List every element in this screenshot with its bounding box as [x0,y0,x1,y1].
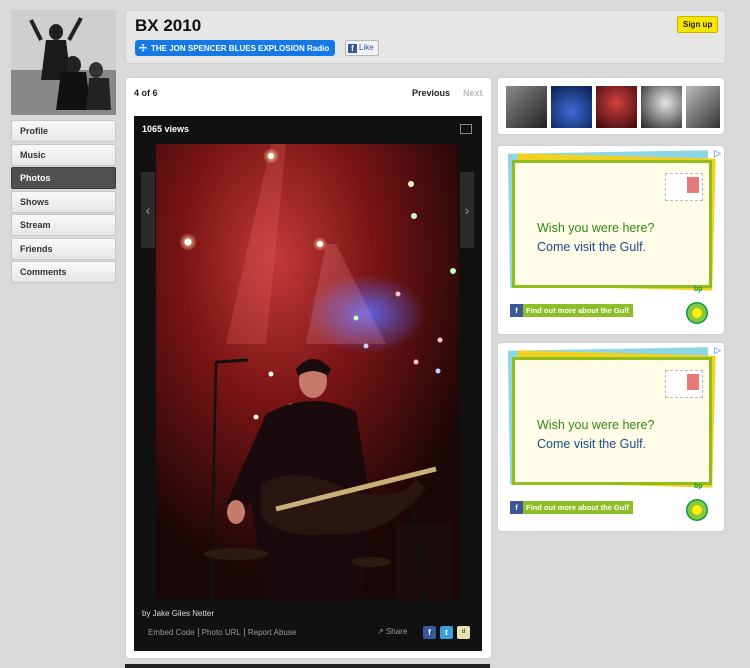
photo-links: Embed Code Photo URL Report Abuse [145,628,300,637]
facebook-icon: f [510,304,523,317]
ad-banner[interactable]: ▷ Wish you were here? Come visit the Gul… [497,342,725,532]
profile-avatar[interactable] [11,10,116,115]
radio-button-label: THE JON SPENCER BLUES EXPLOSION Radio [151,44,330,53]
digg-share-icon[interactable]: d [457,626,470,639]
page-title: BX 2010 [135,16,202,35]
facebook-icon: f [348,44,357,53]
ad-cta-button[interactable]: f Find out more about the Gulf [510,501,633,514]
concert-photo [156,144,459,600]
twitter-share-icon[interactable]: t [440,626,453,639]
postcard: Wish you were here? Come visit the Gulf. [512,357,712,485]
facebook-share-icon[interactable]: f [423,626,436,639]
ad-cta-button[interactable]: f Find out more about the Gulf [510,304,633,317]
thumbnail[interactable] [551,86,592,128]
profile-header: BX 2010 ☩ THE JON SPENCER BLUES EXPLOSION… [125,10,726,64]
sidebar-item-comments[interactable]: Comments [11,261,116,283]
photo-panel: 4 of 6 Previous Next 1065 views ‹ › by J… [125,77,492,659]
sidebar-item-label: Profile [20,126,49,136]
postcard: Wish you were here? Come visit the Gulf. [512,160,712,288]
fullscreen-icon[interactable] [460,124,472,134]
view-count: 1065 views [142,124,190,134]
photo-thumbnail-strip [497,77,725,135]
facebook-icon: f [510,501,523,514]
bp-wordmark: bp [694,483,703,490]
sidebar-item-shows[interactable]: Shows [11,191,116,213]
sidebar-item-music[interactable]: Music [11,144,116,166]
sidebar-item-stream[interactable]: Stream [11,214,116,236]
ad-cta-label: Find out more about the Gulf [526,306,629,315]
sidebar-item-photos[interactable]: Photos [11,167,116,189]
photo-credit: by Jake Giles Netter [142,609,215,618]
sidebar-item-friends[interactable]: Friends [11,238,116,260]
photo-url-link[interactable]: Photo URL [197,628,244,637]
ad-headline: Wish you were here? [537,221,655,235]
sidebar-item-label: Music [20,150,46,160]
like-label: Like [359,43,374,52]
previous-link[interactable]: Previous [412,88,450,98]
thumbnail-active[interactable] [594,84,639,130]
report-abuse-link[interactable]: Report Abuse [243,628,300,637]
stamp-icon [665,173,703,201]
bp-logo-icon [686,499,708,521]
share-label: Share [385,627,408,636]
ad-headline: Wish you were here? [537,418,655,432]
signup-button[interactable]: Sign up [677,16,719,33]
thumbnail[interactable] [686,86,720,128]
embed-code-link[interactable]: Embed Code [145,628,198,637]
sidebar-item-profile[interactable]: Profile [11,120,116,142]
radio-icon: ☩ [138,43,148,53]
sidebar-item-label: Shows [20,197,50,207]
share-link[interactable]: ↗ Share [377,627,407,636]
stamp-icon [665,370,703,398]
photo-viewer: 1065 views ‹ › by Jake Giles Netter Embe… [134,116,482,651]
ad-subline: Come visit the Gulf. [537,437,647,451]
facebook-like-button[interactable]: f Like [345,40,379,56]
ad-banner[interactable]: ▷ Wish you were here? Come visit the Gul… [497,145,725,335]
ad-subline: Come visit the Gulf. [537,240,647,254]
thumbnail[interactable] [641,86,682,128]
sidebar-item-label: Friends [20,244,53,254]
photo-next-arrow[interactable]: › [460,172,474,248]
share-icon: ↗ [377,627,384,636]
adchoices-icon[interactable]: ▷ [714,345,721,356]
ad-cta-label: Find out more about the Gulf [526,503,629,512]
adchoices-icon[interactable]: ▷ [714,148,721,159]
radio-button[interactable]: ☩ THE JON SPENCER BLUES EXPLOSION Radio [135,40,335,56]
next-section-edge [125,664,490,668]
sidebar-item-label: Stream [20,220,51,230]
thumbnail[interactable] [506,86,547,128]
photo-counter: 4 of 6 [134,88,158,98]
sidebar-item-label: Comments [20,267,67,277]
bp-wordmark: bp [694,286,703,293]
sidebar-item-label: Photos [20,173,51,183]
photo-prev-arrow[interactable]: ‹ [141,172,155,248]
bp-logo-icon [686,302,708,324]
next-link[interactable]: Next [463,88,483,98]
